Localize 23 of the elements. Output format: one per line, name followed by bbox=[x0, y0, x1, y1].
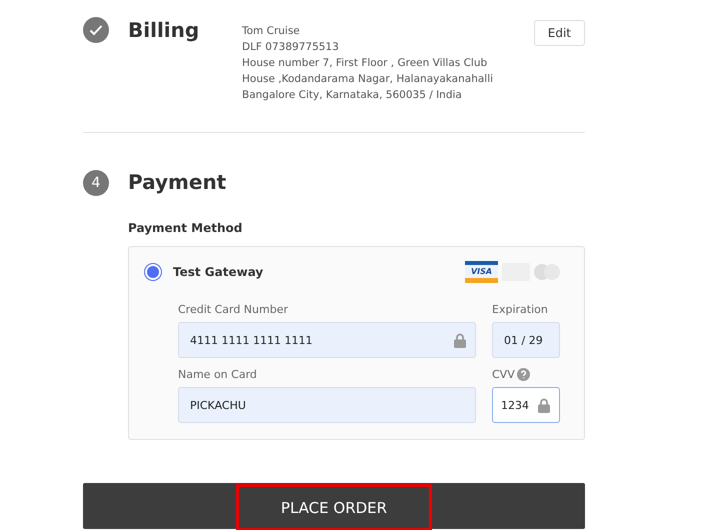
gateway-name: Test Gateway bbox=[173, 265, 264, 279]
address-line: House number 7, First Floor , Green Villas Club bbox=[242, 56, 488, 71]
address-line: Bangalore City, Karnataka, 560035 / India bbox=[242, 88, 463, 103]
address-line: House ,Kodandarama Nagar, Halanayakanahalli bbox=[242, 72, 494, 87]
input-field[interactable]: 4111 1111 1111 1111 bbox=[178, 322, 476, 358]
field-label: CVV bbox=[492, 368, 515, 381]
input-field[interactable]: PICKACHU bbox=[178, 387, 476, 423]
card-logo: VISA bbox=[465, 261, 498, 283]
edit-button[interactable]: Edit bbox=[534, 20, 585, 46]
field-label: Credit Card Number bbox=[178, 303, 288, 316]
step-number: 4 bbox=[83, 170, 109, 196]
address-line: Tom Cruise bbox=[242, 24, 301, 39]
checkmark-icon bbox=[83, 17, 109, 43]
input-field[interactable]: 01 / 29 bbox=[492, 322, 560, 358]
address-line: DLF 07389775513 bbox=[242, 40, 340, 55]
step-title: Billing bbox=[128, 17, 200, 43]
radio-button[interactable] bbox=[145, 264, 161, 280]
field-label: Name on Card bbox=[178, 368, 257, 381]
input-field[interactable]: 1234 bbox=[492, 387, 560, 423]
step-title: Payment bbox=[128, 169, 228, 195]
payment-method-label: Payment Method bbox=[128, 221, 244, 235]
place-order-button[interactable]: PLACE ORDER bbox=[83, 483, 585, 529]
field-label: Expiration bbox=[492, 303, 548, 316]
